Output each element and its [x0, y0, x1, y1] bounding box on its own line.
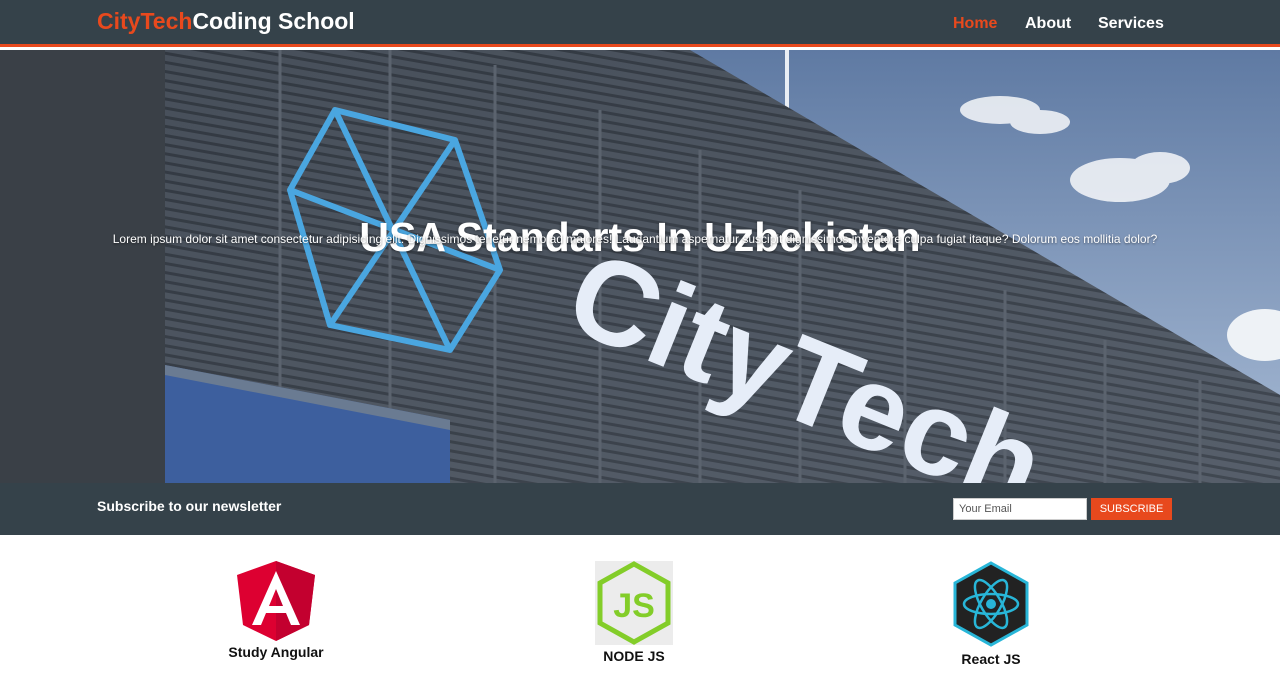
courses-section: Study Angular JS NODE JS React JS: [0, 535, 1280, 675]
course-label: Study Angular: [228, 644, 324, 660]
showcase-text: Lorem ipsum dolor sit amet consectetur a…: [112, 232, 1158, 246]
logo-text: Coding School: [192, 8, 355, 34]
site-logo[interactable]: CityTechCoding School: [97, 8, 355, 35]
email-input[interactable]: [953, 498, 1087, 520]
showcase-section: CityTech USA Standarts In Uzbekistan Lor…: [0, 50, 1280, 483]
subscribe-button[interactable]: SUBSCRIBE: [1091, 498, 1172, 520]
angular-logo-icon: [237, 561, 315, 641]
newsletter-section: Subscribe to our newsletter SUBSCRIBE: [0, 483, 1280, 535]
nav-services-link[interactable]: Services: [1098, 15, 1164, 33]
course-label: React JS: [961, 651, 1021, 667]
nav-home-link[interactable]: Home: [953, 15, 997, 33]
site-header: CityTechCoding School Home About Service…: [0, 0, 1280, 47]
svg-text:JS: JS: [613, 587, 655, 625]
nodejs-logo-icon: JS: [595, 561, 673, 645]
course-label: NODE JS: [603, 648, 665, 664]
nav-about-link[interactable]: About: [1025, 15, 1071, 33]
newsletter-heading: Subscribe to our newsletter: [97, 498, 282, 514]
logo-highlight: CityTech: [97, 8, 193, 34]
react-logo-icon: [953, 561, 1029, 647]
showcase-background-image: CityTech: [0, 50, 1280, 483]
